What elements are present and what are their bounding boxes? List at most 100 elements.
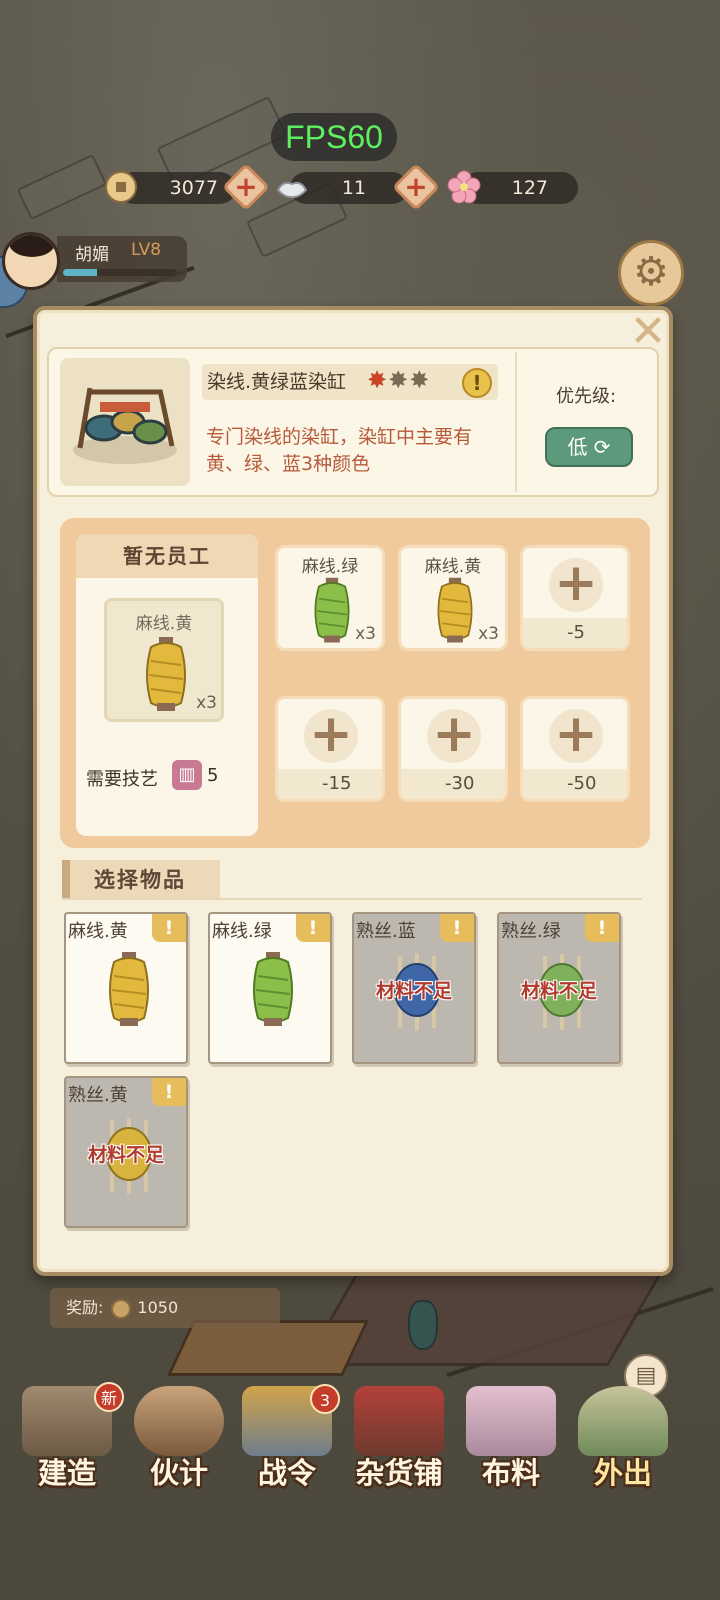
hemp-thread-spool-icon (146, 637, 186, 711)
reward-strip: 奖励: 1050 (50, 1288, 280, 1328)
plus-icon: + (549, 708, 603, 763)
shop-stall-icon (354, 1386, 444, 1456)
priority-label: 优先级: (556, 386, 617, 407)
skill-scroll-icon: ▥ (172, 760, 202, 790)
divider (515, 352, 517, 492)
peach-blossom-icon (447, 170, 481, 204)
green-thread-spool-icon (314, 577, 350, 643)
building-description: 专门染线的染缸，染缸中主要有黄、绿、蓝3种颜色 (206, 426, 473, 475)
plus-icon: + (404, 170, 428, 203)
building-star-rating: ✸✸✸ (367, 366, 430, 394)
workers-icon (134, 1386, 224, 1456)
unlock-cost: -30 (401, 769, 505, 799)
slot-label: 麻线.绿 (301, 557, 359, 577)
star-empty-icon: ✸ (388, 366, 410, 394)
xp-bar-fill (63, 269, 98, 276)
unlock-cost: -5 (523, 618, 627, 648)
skill-requirement-label: 需要技艺 (86, 769, 158, 790)
yellow-thread-spool-icon (437, 577, 473, 643)
player-name: 胡媚 (75, 245, 109, 265)
player-profile[interactable]: 胡媚 LV8 (2, 232, 188, 290)
nav-general-store[interactable]: 杂货铺 (344, 1380, 454, 1490)
unlock-cost: -15 (278, 769, 382, 799)
item-name: 熟丝.绿 (501, 921, 561, 942)
green-thread-spool-icon (253, 952, 293, 1026)
item-name: 麻线.绿 (212, 921, 272, 942)
exclamation-icon: ! (440, 914, 474, 942)
item-name: 熟丝.黄 (68, 1085, 128, 1106)
current-product-label: 麻线.黄 (135, 614, 193, 634)
skill-requirement-value: 5 (207, 765, 219, 786)
player-level: LV8 (131, 240, 162, 260)
nav-go-out[interactable]: 外出 (568, 1380, 678, 1490)
copper-amount: 3077 (169, 177, 218, 199)
item-name: 熟丝.蓝 (356, 921, 416, 942)
star-filled-icon: ✸ (367, 366, 389, 394)
select-items-heading: 选择物品 (62, 860, 220, 900)
exclamation-icon: ! (152, 914, 186, 942)
xp-bar (63, 269, 177, 276)
insufficient-materials-label: 材料不足 (375, 980, 452, 1002)
material-slot[interactable]: 麻线.绿 x3 (275, 545, 385, 651)
nav-label: 杂货铺 (355, 1456, 443, 1490)
exclamation-icon: ! (152, 1078, 186, 1106)
nav-label: 伙计 (149, 1456, 208, 1490)
nav-fabric[interactable]: 布料 (456, 1380, 566, 1490)
refresh-icon: ⟳ (587, 435, 611, 459)
nav-label: 建造 (37, 1456, 96, 1490)
player-avatar[interactable] (2, 232, 60, 290)
fps-counter: FPS60 (271, 113, 397, 161)
plus-icon: + (549, 557, 603, 612)
item-name: 麻线.黄 (68, 921, 128, 942)
slot-label: 麻线.黄 (424, 557, 482, 577)
nav-label: 布料 (481, 1456, 540, 1490)
player-plate: 胡媚 LV8 (57, 236, 187, 282)
locked-slot[interactable]: + -30 (398, 696, 508, 802)
count-badge: 3 (310, 1384, 340, 1414)
current-product[interactable]: 麻线.黄 x3 (104, 598, 224, 722)
locked-slot[interactable]: + -5 (520, 545, 630, 651)
item-card[interactable]: 麻线.绿 ! (208, 912, 332, 1064)
reward-value: 1050 (137, 1298, 179, 1317)
copper-coin-icon (105, 171, 137, 203)
nav-label: 外出 (593, 1456, 652, 1490)
exclamation-icon: ! (296, 914, 330, 942)
material-slot[interactable]: 麻线.黄 x3 (398, 545, 508, 651)
plus-icon: + (234, 170, 258, 203)
item-card-disabled[interactable]: 熟丝.绿 ! 材料不足 (497, 912, 621, 1064)
staff-header: 暂无员工 (76, 534, 258, 578)
current-product-qty: x3 (196, 693, 217, 713)
building-name: 染线.黄绿蓝染缸 (207, 371, 347, 393)
info-exclamation-icon[interactable]: ! (462, 368, 492, 398)
nav-staff[interactable]: 伙计 (124, 1380, 234, 1490)
new-badge: 新 (94, 1382, 124, 1412)
star-empty-icon: ✸ (409, 366, 431, 394)
coin-icon (111, 1298, 132, 1319)
locked-slot[interactable]: + -50 (520, 696, 630, 802)
insufficient-materials-label: 材料不足 (87, 1144, 164, 1166)
fabric-book-icon (466, 1386, 556, 1456)
slot-qty: x3 (355, 624, 376, 644)
close-icon[interactable]: ✕ (628, 310, 668, 354)
exclamation-icon: ! (585, 914, 619, 942)
plus-icon: + (304, 708, 358, 763)
reward-label: 奖励: (66, 1298, 104, 1317)
priority-value: 低 (567, 435, 588, 459)
unlock-cost: -50 (523, 769, 627, 799)
item-card-disabled[interactable]: 熟丝.黄 ! 材料不足 (64, 1076, 188, 1228)
insufficient-materials-label: 材料不足 (520, 980, 597, 1002)
silver-amount: 11 (341, 177, 366, 199)
divider (62, 898, 642, 900)
settings-gear-icon[interactable]: ⚙ (618, 240, 684, 306)
dye-vat-illustration (73, 387, 177, 464)
building-thumbnail (60, 358, 190, 486)
mountain-icon (578, 1386, 668, 1456)
locked-slot[interactable]: + -15 (275, 696, 385, 802)
nav-label: 战令 (257, 1456, 316, 1490)
slot-qty: x3 (478, 624, 499, 644)
silver-ingot-icon (276, 181, 308, 199)
item-card-disabled[interactable]: 熟丝.蓝 ! 材料不足 (352, 912, 476, 1064)
priority-toggle-button[interactable]: 低 ⟳ (545, 427, 633, 467)
flower-amount: 127 (511, 177, 548, 199)
item-card[interactable]: 麻线.黄 ! (64, 912, 188, 1064)
